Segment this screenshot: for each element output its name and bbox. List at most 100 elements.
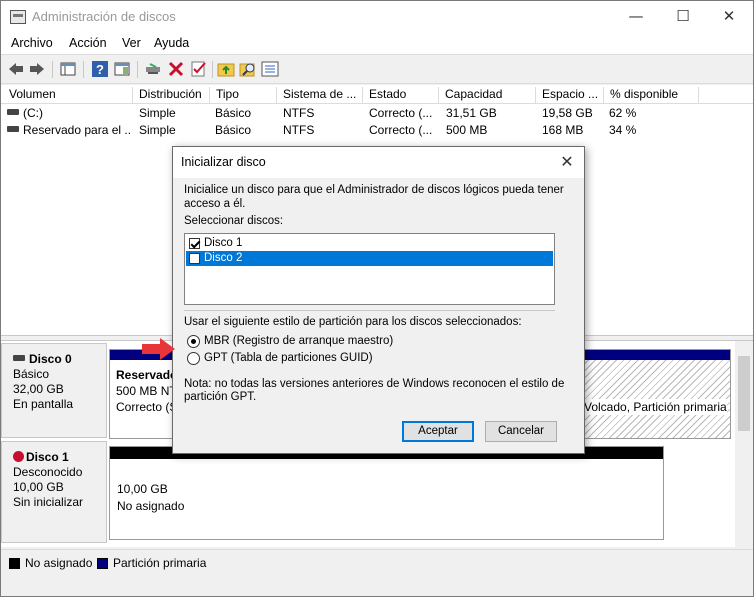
accept-button[interactable]: Aceptar [402, 421, 474, 442]
window-title: Administración de discos [32, 9, 176, 24]
column-header-distribucion[interactable]: Distribución [134, 87, 210, 104]
dialog-intro-cont: acceso a él. [184, 198, 246, 210]
disk-checkbox[interactable] [189, 253, 200, 264]
disk-item-label: Disco 1 [204, 237, 243, 249]
menu-archivo[interactable]: Archivo [11, 36, 53, 50]
back-icon[interactable] [7, 60, 25, 78]
partition-style-label: Usar el siguiente estilo de partición pa… [184, 316, 522, 328]
partition-status: Correcto (S [116, 400, 178, 414]
menu-accion[interactable]: Acción [69, 36, 107, 50]
menu-ver[interactable]: Ver [122, 36, 141, 50]
partition-title: Reservado [116, 368, 178, 382]
column-header-espacio[interactable]: Espacio ... [537, 87, 604, 104]
delete-icon[interactable] [167, 60, 185, 78]
partition-c[interactable]: Volcado, Partición primaria [581, 349, 731, 439]
check-icon[interactable] [190, 60, 208, 78]
legend: No asignado Partición primaria [1, 549, 753, 574]
disk-size: 10,00 GB [13, 480, 64, 494]
forward-icon[interactable] [28, 60, 46, 78]
disk-type: Básico [13, 367, 50, 381]
search-icon[interactable] [239, 60, 257, 78]
volume-list-header: Volumen Distribución Tipo Sistema de ...… [1, 85, 753, 104]
select-disks-label: Seleccionar discos: [184, 215, 284, 227]
table-cell: 62 % [609, 106, 637, 120]
status-bar [1, 574, 753, 596]
column-header-disponible[interactable]: % disponible [605, 87, 699, 104]
dialog-note: Nota: no todas las versiones anteriores … [184, 378, 565, 390]
close-button[interactable]: ✕ [706, 1, 752, 32]
partition-status: Volcado, Partición primaria [584, 399, 727, 415]
connect-icon[interactable] [144, 60, 162, 78]
drive-icon [7, 126, 19, 132]
table-row[interactable]: (C:) Simple Básico NTFS Correcto (... 31… [1, 105, 753, 122]
table-cell: Básico [215, 123, 252, 137]
dialog-divider [184, 310, 555, 311]
dialog-close-icon[interactable]: ✕ [555, 150, 579, 174]
menu-bar: Archivo Acción Ver Ayuda [1, 32, 753, 54]
table-row[interactable]: Reservado para el ... Simple Básico NTFS… [1, 122, 753, 139]
table-cell: NTFS [283, 106, 315, 120]
help-icon[interactable]: ? [91, 60, 109, 78]
volume-name-cell: Reservado para el ... [7, 123, 132, 137]
disk-size: 32,00 GB [13, 382, 64, 396]
column-header-tipo[interactable]: Tipo [211, 87, 277, 104]
disk-list-item[interactable]: Disco 1 [186, 236, 553, 251]
gpt-radio-label[interactable]: GPT (Tabla de particiones GUID) [204, 352, 373, 364]
drive-icon [13, 355, 25, 361]
cancel-button[interactable]: Cancelar [485, 421, 557, 442]
disk-listbox[interactable]: Disco 1 Disco 2 [184, 233, 555, 305]
list-icon[interactable] [261, 60, 279, 78]
minimize-button[interactable]: — [613, 1, 659, 32]
console-tree-icon[interactable] [59, 60, 77, 78]
toolbar-separator [83, 61, 84, 78]
table-cell: Básico [215, 106, 252, 120]
column-header-sistema[interactable]: Sistema de ... [278, 87, 363, 104]
table-cell: 500 MB [446, 123, 488, 137]
disk-management-window: Administración de discos — ☐ ✕ Archivo A… [0, 0, 754, 597]
table-cell: Simple [139, 106, 176, 120]
vertical-scrollbar[interactable] [735, 341, 753, 547]
table-cell: 34 % [609, 123, 637, 137]
maximize-button[interactable]: ☐ [660, 1, 706, 32]
legend-swatch-unallocated [9, 558, 20, 569]
drive-icon [7, 109, 19, 115]
mbr-radio-label[interactable]: MBR (Registro de arranque maestro) [204, 335, 393, 347]
disk-status: En pantalla [13, 397, 74, 411]
svg-text:?: ? [96, 62, 104, 77]
disk-list-item-selected[interactable]: Disco 2 [186, 251, 553, 266]
column-header-capacidad[interactable]: Capacidad [440, 87, 536, 104]
toolbar-separator [52, 61, 53, 78]
disk-type: Desconocido [13, 465, 83, 479]
mbr-radio[interactable] [187, 335, 200, 348]
dialog-title-bar: Inicializar disco ✕ [173, 147, 584, 178]
dialog-intro: Inicialice un disco para que el Administ… [184, 184, 564, 196]
dialog-note-cont: partición GPT. [184, 391, 257, 403]
legend-swatch-primary [97, 558, 108, 569]
disk-item-label: Disco 2 [204, 252, 243, 264]
partition-unallocated[interactable]: 10,00 GB No asignado [109, 446, 664, 540]
red-arrow-icon [142, 338, 175, 360]
up-folder-icon[interactable] [217, 60, 235, 78]
volume-name-cell: (C:) [7, 106, 132, 120]
initialize-disk-dialog: Inicializar disco ✕ Inicialice un disco … [172, 146, 585, 454]
partition-status: No asignado [117, 499, 185, 513]
disk-name: Disco 1 [26, 450, 69, 464]
table-cell: 31,51 GB [446, 106, 497, 120]
scrollbar-thumb[interactable] [738, 356, 750, 431]
partition-reserved[interactable]: Reservado 500 MB NTF Correcto (S [109, 349, 184, 439]
disk-0-label[interactable]: Disco 0 Básico 32,00 GB En pantalla [1, 343, 107, 438]
table-cell: NTFS [283, 123, 315, 137]
partition-bar [582, 350, 730, 360]
legend-label-primary: Partición primaria [113, 556, 207, 570]
menu-ayuda[interactable]: Ayuda [154, 36, 189, 50]
disk-1-label[interactable]: Disco 1 Desconocido 10,00 GB Sin inicial… [1, 441, 107, 543]
dialog-title: Inicializar disco [181, 155, 266, 169]
table-cell: Simple [139, 123, 176, 137]
properties-pane-icon[interactable] [113, 60, 131, 78]
gpt-radio[interactable] [187, 352, 200, 365]
disk-management-app-icon [10, 10, 26, 24]
disk-error-icon [13, 451, 24, 462]
disk-checkbox[interactable] [189, 238, 200, 249]
column-header-volumen[interactable]: Volumen [4, 87, 133, 104]
column-header-estado[interactable]: Estado [364, 87, 439, 104]
